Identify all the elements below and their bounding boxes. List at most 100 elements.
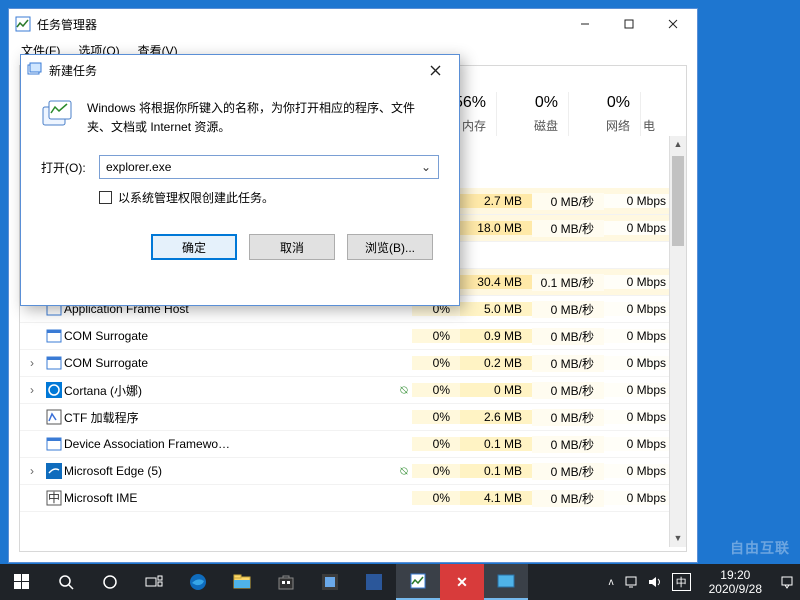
network-cell: 0 Mbps (604, 356, 676, 370)
dialog-close-button[interactable] (413, 56, 457, 84)
browse-button[interactable]: 浏览(B)... (347, 234, 433, 260)
taskbar-taskmgr-icon[interactable] (396, 564, 440, 600)
disk-cell: 0 MB/秒 (532, 436, 604, 453)
vertical-scrollbar[interactable]: ▲ ▼ (669, 136, 686, 547)
minimize-button[interactable] (563, 10, 607, 38)
scroll-up-icon[interactable]: ▲ (670, 136, 686, 153)
taskbar-store-icon[interactable] (264, 564, 308, 600)
expand-icon[interactable]: › (20, 383, 44, 397)
table-row[interactable]: Device Association Framewo…0%0.1 MB0 MB/… (20, 431, 676, 458)
search-button[interactable] (44, 564, 88, 600)
memory-cell: 0.1 MB (460, 437, 532, 451)
cpu-cell: 0% (412, 464, 460, 478)
table-row[interactable]: COM Surrogate0%0.9 MB0 MB/秒0 Mbps (20, 323, 676, 350)
dialog-intro-text: Windows 将根据你所键入的名称，为你打开相应的程序、文件夹、文档或 Int… (87, 99, 439, 137)
memory-cell: 4.1 MB (460, 491, 532, 505)
taskmgr-icon (15, 16, 31, 32)
network-cell: 0 Mbps (604, 329, 676, 343)
header-disk[interactable]: 0% 磁盘 (496, 92, 568, 136)
process-name: Microsoft Edge (5) (64, 464, 396, 478)
memory-cell: 0 MB (460, 383, 532, 397)
start-button[interactable] (0, 564, 44, 600)
ok-button[interactable]: 确定 (151, 234, 237, 260)
network-cell: 0 Mbps (604, 383, 676, 397)
admin-checkbox[interactable] (99, 191, 112, 204)
cpu-cell: 0% (412, 356, 460, 370)
process-icon (44, 463, 64, 479)
network-cell: 0 Mbps (604, 410, 676, 424)
taskbar-app2-icon[interactable] (352, 564, 396, 600)
network-cell: 0 Mbps (604, 437, 676, 451)
tray-clock[interactable]: 19:20 2020/9/28 (701, 568, 770, 597)
svg-text:中: 中 (48, 490, 60, 505)
taskview-button[interactable] (132, 564, 176, 600)
memory-cell: 0.2 MB (460, 356, 532, 370)
process-name: Cortana (小娜) (64, 382, 396, 399)
memory-cell: 2.7 MB (460, 194, 532, 208)
window-title: 任务管理器 (37, 16, 563, 33)
table-row[interactable]: 中Microsoft IME0%4.1 MB0 MB/秒0 Mbps (20, 485, 676, 512)
taskbar-explorer2-icon[interactable] (484, 564, 528, 600)
run-large-icon (41, 99, 75, 133)
cortana-button[interactable] (88, 564, 132, 600)
tray-overflow-icon[interactable]: ʌ (609, 577, 614, 588)
memory-cell: 0.9 MB (460, 329, 532, 343)
maximize-button[interactable] (607, 10, 651, 38)
memory-cell: 5.0 MB (460, 302, 532, 316)
network-cell: 0 Mbps (604, 302, 676, 316)
system-tray: ʌ 中 19:20 2020/9/28 (609, 564, 800, 600)
disk-cell: 0 MB/秒 (532, 301, 604, 318)
disk-cell: 0 MB/秒 (532, 409, 604, 426)
close-button[interactable] (651, 10, 695, 38)
tray-notifications-icon[interactable] (780, 575, 794, 589)
disk-cell: 0 MB/秒 (532, 355, 604, 372)
open-label: 打开(O): (41, 159, 89, 176)
cpu-cell: 0% (412, 329, 460, 343)
scroll-thumb[interactable] (672, 156, 684, 246)
titlebar[interactable]: 任务管理器 (9, 9, 697, 39)
cpu-cell: 0% (412, 410, 460, 424)
header-power[interactable]: 电 (640, 92, 658, 136)
expand-icon[interactable]: › (20, 356, 44, 370)
dialog-titlebar[interactable]: 新建任务 (21, 55, 459, 85)
table-row[interactable]: CTF 加载程序 0%2.6 MB0 MB/秒0 Mbps (20, 404, 676, 431)
taskbar-edge-icon[interactable] (176, 564, 220, 600)
admin-checkbox-label: 以系统管理权限创建此任务。 (118, 189, 274, 206)
network-cell: 0 Mbps (604, 221, 676, 235)
process-name: Microsoft IME (64, 491, 396, 505)
table-row[interactable]: › COM Surrogate 0%0.2 MB0 MB/秒0 Mbps (20, 350, 676, 377)
disk-cell: 0 MB/秒 (532, 490, 604, 507)
taskbar-app1-icon[interactable] (308, 564, 352, 600)
table-row[interactable]: › Microsoft Edge (5)⍉0%0.1 MB0 MB/秒0 Mbps (20, 458, 676, 485)
network-cell: 0 Mbps (604, 491, 676, 505)
network-cell: 0 Mbps (604, 464, 676, 478)
watermark-text: 自由互联 (730, 538, 790, 558)
taskbar-close-app-icon[interactable]: ✕ (440, 564, 484, 600)
memory-cell: 2.6 MB (460, 410, 532, 424)
scroll-down-icon[interactable]: ▼ (670, 530, 686, 547)
expand-icon[interactable]: › (20, 464, 44, 478)
tray-volume-icon[interactable] (648, 575, 662, 589)
tray-network-icon[interactable] (624, 575, 638, 589)
disk-cell: 0 MB/秒 (532, 193, 604, 210)
open-input[interactable] (106, 160, 418, 174)
new-task-dialog: 新建任务 Windows 将根据你所键入的名称，为你打开相应的程序、文件夹、文档… (20, 54, 460, 306)
disk-cell: 0 MB/秒 (532, 382, 604, 399)
leaf-icon: ⍉ (396, 464, 412, 479)
process-name: CTF 加载程序 (64, 409, 396, 426)
cancel-button[interactable]: 取消 (249, 234, 335, 260)
header-network[interactable]: 0% 网络 (568, 92, 640, 136)
memory-cell: 0.1 MB (460, 464, 532, 478)
disk-cell: 0 MB/秒 (532, 463, 604, 480)
process-name: COM Surrogate (64, 356, 396, 370)
table-row[interactable]: ›Cortana (小娜)⍉0%0 MB0 MB/秒0 Mbps (20, 377, 676, 404)
tray-ime-indicator[interactable]: 中 (672, 573, 691, 591)
leaf-icon: ⍉ (396, 383, 412, 398)
network-cell: 0 Mbps (604, 275, 676, 289)
open-combobox[interactable]: ⌄ (99, 155, 439, 179)
dialog-title: 新建任务 (49, 62, 413, 79)
memory-cell: 18.0 MB (460, 221, 532, 235)
chevron-down-icon[interactable]: ⌄ (418, 160, 434, 174)
taskbar-explorer-icon[interactable] (220, 564, 264, 600)
process-icon (44, 355, 64, 371)
